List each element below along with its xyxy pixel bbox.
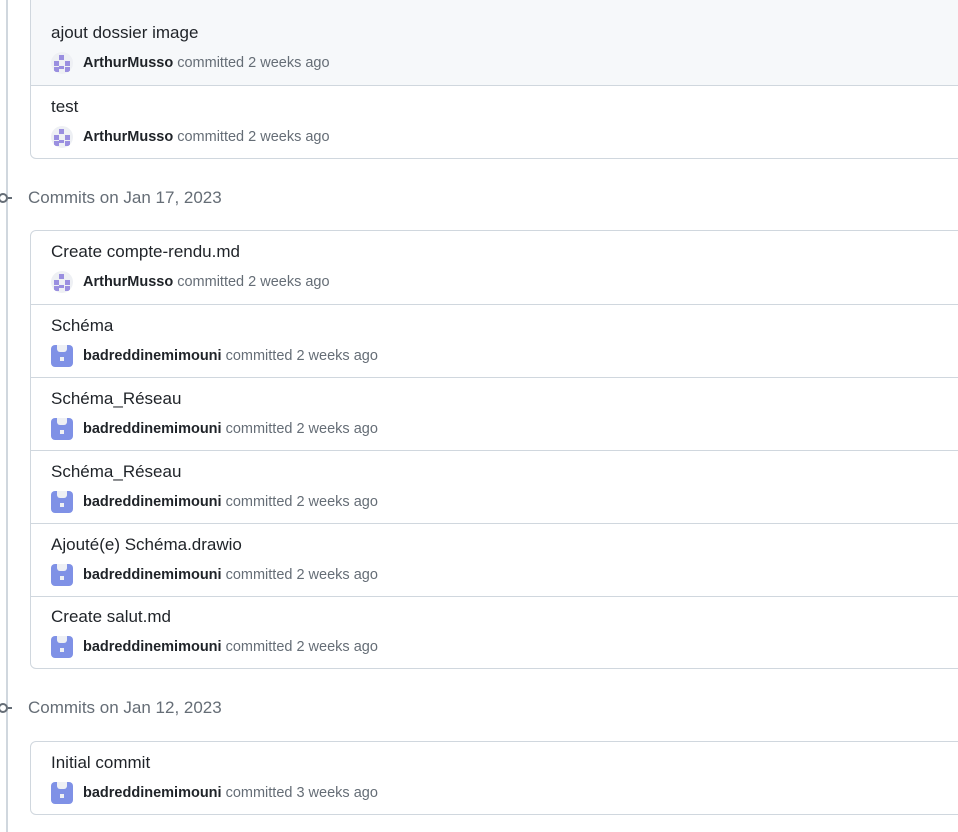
author-avatar[interactable] (51, 782, 73, 804)
relative-time: 2 weeks ago (248, 129, 330, 145)
commit-meta: badreddinemimouni committed 2 weeks ago (51, 490, 378, 514)
commit-title-link[interactable]: test (51, 97, 78, 117)
commit-title-link[interactable]: ajout dossier image (51, 23, 198, 43)
author-avatar[interactable] (51, 52, 73, 74)
commit-meta: ArthurMusso committed 2 weeks ago (51, 270, 330, 294)
commit-row[interactable]: Ajouté(e) Schéma.drawio badreddinemimoun… (31, 523, 958, 596)
commit-title-link[interactable]: Create salut.md (51, 607, 171, 627)
author-link[interactable]: badreddinemimouni (83, 785, 222, 801)
commit-list: Initial commit badreddinemimouni committ… (30, 741, 958, 815)
commit-list-partial: ajout dossier image ArthurMusso committe… (30, 0, 958, 159)
commit-row[interactable]: Schéma_Réseau badreddinemimouni committe… (31, 450, 958, 523)
author-avatar[interactable] (51, 345, 73, 367)
committed-verb: committed (177, 274, 245, 290)
author-link[interactable]: ArthurMusso (83, 274, 173, 290)
commit-node-icon (0, 696, 12, 720)
commit-row[interactable]: Create compte-rendu.md ArthurMusso commi… (31, 231, 958, 304)
commit-title-link[interactable]: Schéma_Réseau (51, 462, 181, 482)
committed-verb: committed (225, 639, 293, 655)
commit-group-header: Commits on Jan 12, 2023 (0, 696, 222, 720)
commit-meta: ArthurMusso committed 2 weeks ago (51, 51, 330, 75)
committed-verb: committed (177, 129, 245, 145)
committed-verb: committed (177, 55, 245, 71)
commit-meta: badreddinemimouni committed 2 weeks ago (51, 635, 378, 659)
commit-meta: ArthurMusso committed 2 weeks ago (51, 125, 330, 149)
commit-title-link[interactable]: Create compte-rendu.md (51, 242, 240, 262)
commit-meta: badreddinemimouni committed 2 weeks ago (51, 344, 378, 368)
author-link[interactable]: badreddinemimouni (83, 494, 222, 510)
commit-list: Create compte-rendu.md ArthurMusso commi… (30, 230, 958, 669)
relative-time: 3 weeks ago (296, 785, 378, 801)
relative-time: 2 weeks ago (248, 274, 330, 290)
commit-row[interactable]: Schéma badreddinemimouni committed 2 wee… (31, 304, 958, 377)
author-link[interactable]: badreddinemimouni (83, 348, 222, 364)
commit-meta: badreddinemimouni committed 2 weeks ago (51, 563, 378, 587)
commit-title-link[interactable]: Ajouté(e) Schéma.drawio (51, 535, 242, 555)
commit-row[interactable]: Schéma_Réseau badreddinemimouni committe… (31, 377, 958, 450)
commit-meta: badreddinemimouni committed 2 weeks ago (51, 417, 378, 441)
commit-row[interactable]: Create salut.md badreddinemimouni commit… (31, 596, 958, 668)
commit-row[interactable]: Initial commit badreddinemimouni committ… (31, 742, 958, 815)
author-avatar[interactable] (51, 564, 73, 586)
relative-time: 2 weeks ago (296, 639, 378, 655)
relative-time: 2 weeks ago (296, 421, 378, 437)
commit-meta: badreddinemimouni committed 3 weeks ago (51, 781, 378, 805)
author-avatar[interactable] (51, 418, 73, 440)
commit-title-link[interactable]: Schéma_Réseau (51, 389, 181, 409)
relative-time: 2 weeks ago (248, 55, 330, 71)
author-avatar[interactable] (51, 491, 73, 513)
author-link[interactable]: badreddinemimouni (83, 639, 222, 655)
author-avatar[interactable] (51, 271, 73, 293)
commit-title-link[interactable]: Initial commit (51, 753, 150, 773)
author-link[interactable]: ArthurMusso (83, 55, 173, 71)
author-link[interactable]: ArthurMusso (83, 129, 173, 145)
committed-verb: committed (225, 348, 293, 364)
commit-group-header: Commits on Jan 17, 2023 (0, 186, 222, 210)
commit-row[interactable]: test ArthurMusso committed 2 weeks ago (31, 85, 958, 158)
committed-verb: committed (225, 785, 293, 801)
author-avatar[interactable] (51, 636, 73, 658)
committed-verb: committed (225, 421, 293, 437)
commit-group-date: Commits on Jan 17, 2023 (28, 188, 222, 207)
commit-node-icon (0, 186, 12, 210)
author-avatar[interactable] (51, 126, 73, 148)
author-link[interactable]: badreddinemimouni (83, 567, 222, 583)
commit-group-date: Commits on Jan 12, 2023 (28, 698, 222, 717)
author-link[interactable]: badreddinemimouni (83, 421, 222, 437)
relative-time: 2 weeks ago (296, 567, 378, 583)
committed-verb: committed (225, 494, 293, 510)
commit-title-link[interactable]: Schéma (51, 316, 113, 336)
committed-verb: committed (225, 567, 293, 583)
relative-time: 2 weeks ago (296, 494, 378, 510)
relative-time: 2 weeks ago (296, 348, 378, 364)
commit-row[interactable]: ajout dossier image ArthurMusso committe… (31, 0, 958, 85)
